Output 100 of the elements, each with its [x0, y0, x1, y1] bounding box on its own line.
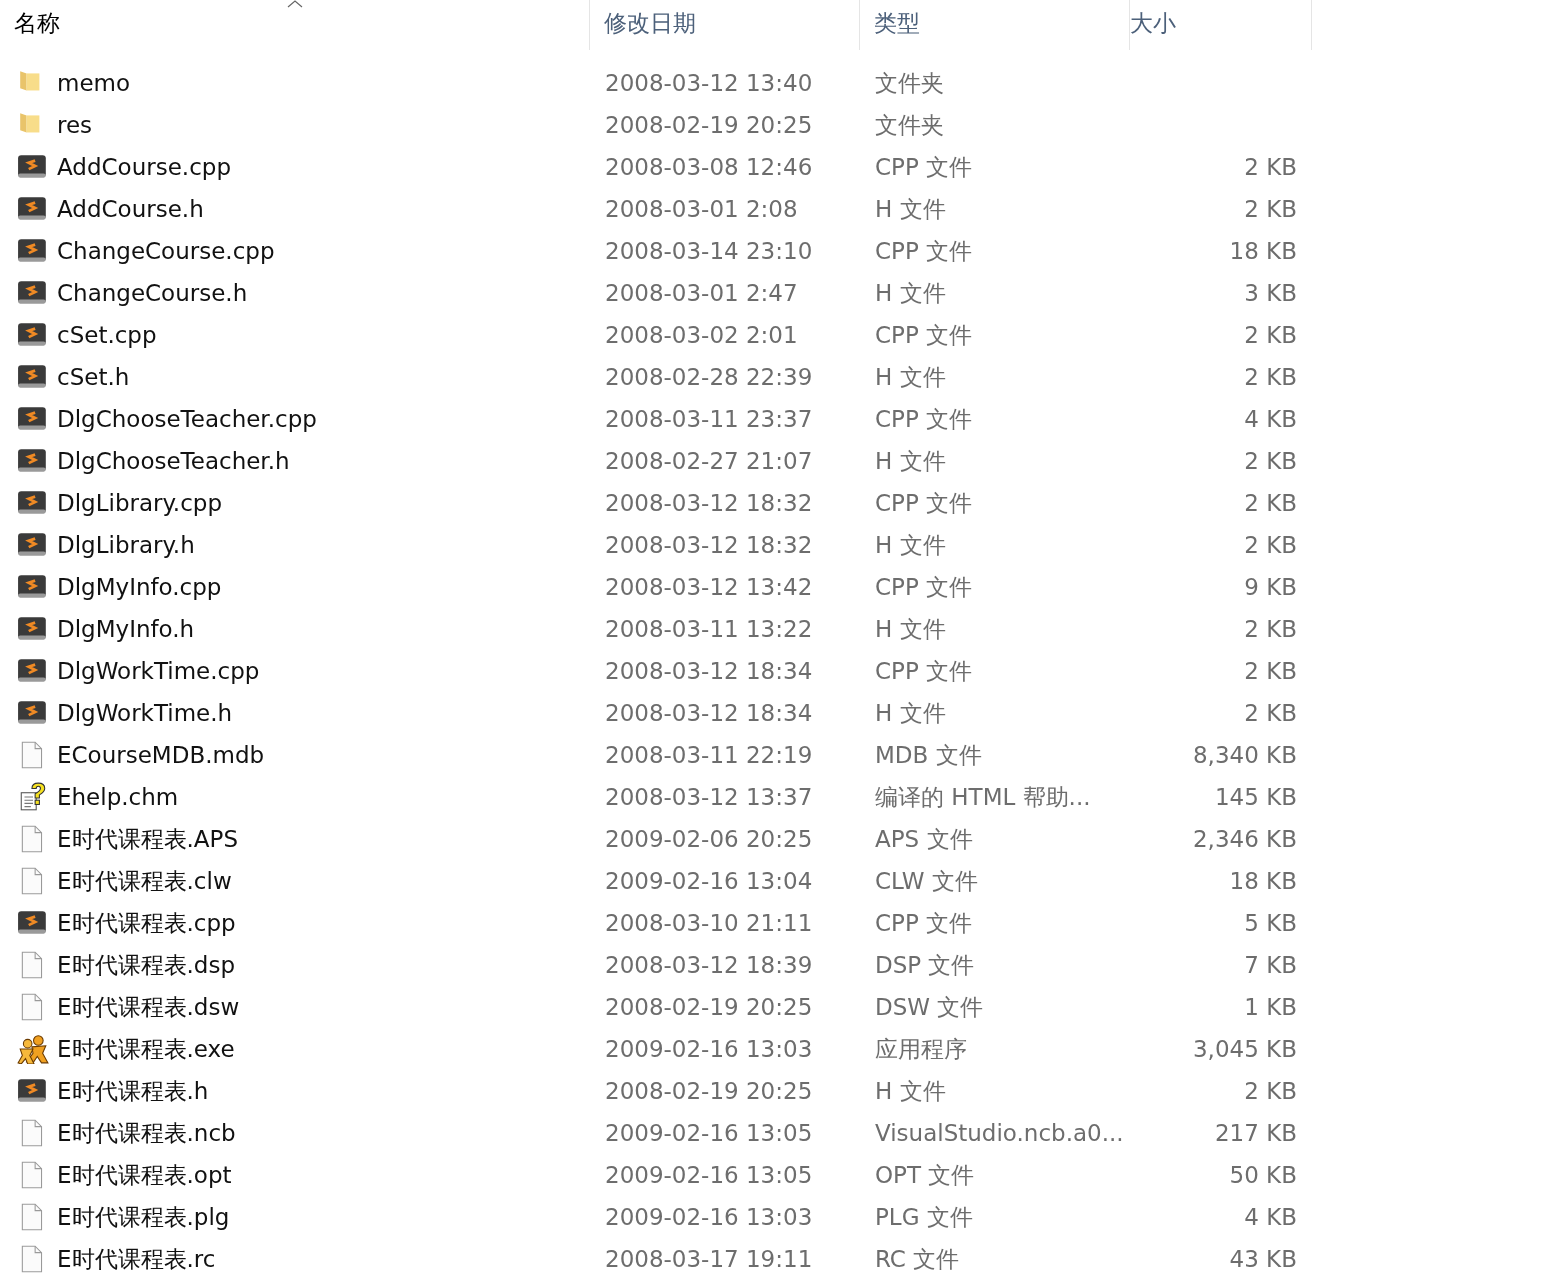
file-size: 2 KB — [1244, 1078, 1297, 1104]
file-type: H 文件 — [875, 530, 946, 560]
file-name[interactable]: ChangeCourse.cpp — [57, 238, 275, 264]
file-size: 2,346 KB — [1192, 826, 1297, 852]
modified-date: 2008-03-02 2:01 — [605, 322, 798, 348]
file-type: H 文件 — [875, 698, 946, 728]
file-size: 7 KB — [1244, 952, 1297, 978]
file-type: H 文件 — [875, 194, 946, 224]
modified-date: 2008-03-08 12:46 — [605, 154, 813, 180]
people-icon — [17, 1034, 49, 1064]
column-header[interactable]: 名称 — [0, 0, 590, 50]
file-name[interactable]: res — [57, 112, 93, 138]
column-header[interactable]: 修改日期 — [590, 0, 860, 50]
file-name[interactable]: DlgMyInfo.cpp — [57, 574, 222, 600]
file-type: 文件夹 — [875, 68, 944, 98]
file-size: 4 KB — [1244, 406, 1297, 432]
file-size: 2 KB — [1244, 616, 1297, 642]
file-type: 文件夹 — [875, 110, 944, 140]
file-name[interactable]: E时代课程表.opt — [57, 1159, 232, 1191]
file-size: 5 KB — [1244, 910, 1297, 936]
modified-date: 2008-02-28 22:39 — [605, 364, 813, 390]
file-type: PLG 文件 — [875, 1202, 973, 1232]
file-type: H 文件 — [875, 1076, 946, 1106]
file-type: VisualStudio.ncb.a0... — [875, 1120, 1124, 1146]
file-name[interactable]: ChangeCourse.h — [57, 280, 248, 306]
file-name[interactable]: E时代课程表.cpp — [57, 907, 236, 939]
file-size: 8,340 KB — [1192, 742, 1297, 768]
file-name[interactable]: DlgWorkTime.h — [57, 700, 233, 726]
file-size: 2 KB — [1244, 448, 1297, 474]
modified-date: 2008-02-27 21:07 — [605, 448, 813, 474]
file-size: 4 KB — [1244, 1204, 1297, 1230]
file-name[interactable]: E时代课程表.ncb — [57, 1117, 236, 1149]
file-size: 145 KB — [1214, 784, 1297, 810]
file-size: 18 KB — [1229, 238, 1297, 264]
modified-date: 2008-03-12 18:32 — [605, 532, 813, 558]
file-name[interactable]: E时代课程表.h — [57, 1075, 209, 1107]
file-name[interactable]: E时代课程表.APS — [57, 823, 239, 855]
file-type: 编译的 HTML 帮助... — [875, 782, 1091, 812]
file-name[interactable]: E时代课程表.plg — [57, 1201, 230, 1233]
file-type: CPP 文件 — [875, 236, 973, 266]
file-type: DSW 文件 — [875, 992, 984, 1022]
file-size: 2 KB — [1244, 532, 1297, 558]
file-name[interactable]: cSet.cpp — [57, 322, 157, 348]
column-header[interactable]: 类型 — [860, 0, 1130, 50]
file-name[interactable]: E时代课程表.rc — [57, 1243, 216, 1275]
modified-date: 2008-03-01 2:47 — [605, 280, 798, 306]
file-name[interactable]: E时代课程表.dsp — [57, 949, 236, 981]
file-name[interactable]: DlgMyInfo.h — [57, 616, 195, 642]
modified-date: 2008-03-14 23:10 — [605, 238, 813, 264]
file-name[interactable]: DlgChooseTeacher.cpp — [57, 406, 317, 432]
file-size: 50 KB — [1229, 1162, 1297, 1188]
modified-date: 2009-02-16 13:03 — [605, 1036, 813, 1062]
file-size: 2 KB — [1244, 322, 1297, 348]
modified-date: 2008-03-11 22:19 — [605, 742, 813, 768]
file-size: 1 KB — [1244, 994, 1297, 1020]
file-size: 2 KB — [1244, 700, 1297, 726]
file-name[interactable]: DlgChooseTeacher.h — [57, 448, 290, 474]
modified-date: 2009-02-16 13:05 — [605, 1120, 813, 1146]
file-size: 2 KB — [1244, 490, 1297, 516]
file-name[interactable]: E时代课程表.exe — [57, 1033, 235, 1065]
file-size: 2 KB — [1244, 364, 1297, 390]
modified-date: 2009-02-06 20:25 — [605, 826, 813, 852]
modified-date: 2009-02-16 13:03 — [605, 1204, 813, 1230]
file-name[interactable]: E时代课程表.dsw — [57, 991, 240, 1023]
file-size: 18 KB — [1229, 868, 1297, 894]
modified-date: 2008-03-12 18:32 — [605, 490, 813, 516]
modified-date: 2008-03-12 18:34 — [605, 658, 813, 684]
modified-date: 2008-02-19 20:25 — [605, 112, 813, 138]
modified-date: 2008-03-12 18:39 — [605, 952, 813, 978]
modified-date: 2008-03-11 23:37 — [605, 406, 813, 432]
file-name[interactable]: DlgLibrary.h — [57, 532, 195, 558]
sort-ascending-icon — [286, 0, 303, 8]
file-type: H 文件 — [875, 362, 946, 392]
file-name[interactable]: AddCourse.h — [57, 196, 204, 222]
file-type: DSP 文件 — [875, 950, 975, 980]
file-type: CLW 文件 — [875, 866, 978, 896]
file-type: CPP 文件 — [875, 488, 973, 518]
modified-date: 2008-03-12 13:42 — [605, 574, 813, 600]
file-name[interactable]: E时代课程表.clw — [57, 865, 232, 897]
file-name[interactable]: DlgLibrary.cpp — [57, 490, 222, 516]
file-name[interactable]: DlgWorkTime.cpp — [57, 658, 260, 684]
file-size: 9 KB — [1244, 574, 1297, 600]
modified-date: 2008-03-12 18:34 — [605, 700, 813, 726]
modified-date: 2008-03-12 13:40 — [605, 70, 813, 96]
file-type: CPP 文件 — [875, 656, 973, 686]
file-name[interactable]: Ehelp.chm — [57, 784, 179, 810]
file-type: H 文件 — [875, 446, 946, 476]
file-name[interactable]: cSet.h — [57, 364, 130, 390]
file-type: 应用程序 — [875, 1034, 967, 1064]
file-name[interactable]: memo — [57, 70, 131, 96]
file-name[interactable]: AddCourse.cpp — [57, 154, 231, 180]
modified-date: 2009-02-16 13:04 — [605, 868, 813, 894]
file-type: APS 文件 — [875, 824, 973, 854]
file-size: 217 KB — [1214, 1120, 1297, 1146]
modified-date: 2008-03-12 13:37 — [605, 784, 813, 810]
file-size: 2 KB — [1244, 154, 1297, 180]
column-header[interactable]: 大小 — [1130, 0, 1312, 50]
file-type: OPT 文件 — [875, 1160, 975, 1190]
modified-date: 2008-02-19 20:25 — [605, 1078, 813, 1104]
file-name[interactable]: ECourseMDB.mdb — [57, 742, 265, 768]
